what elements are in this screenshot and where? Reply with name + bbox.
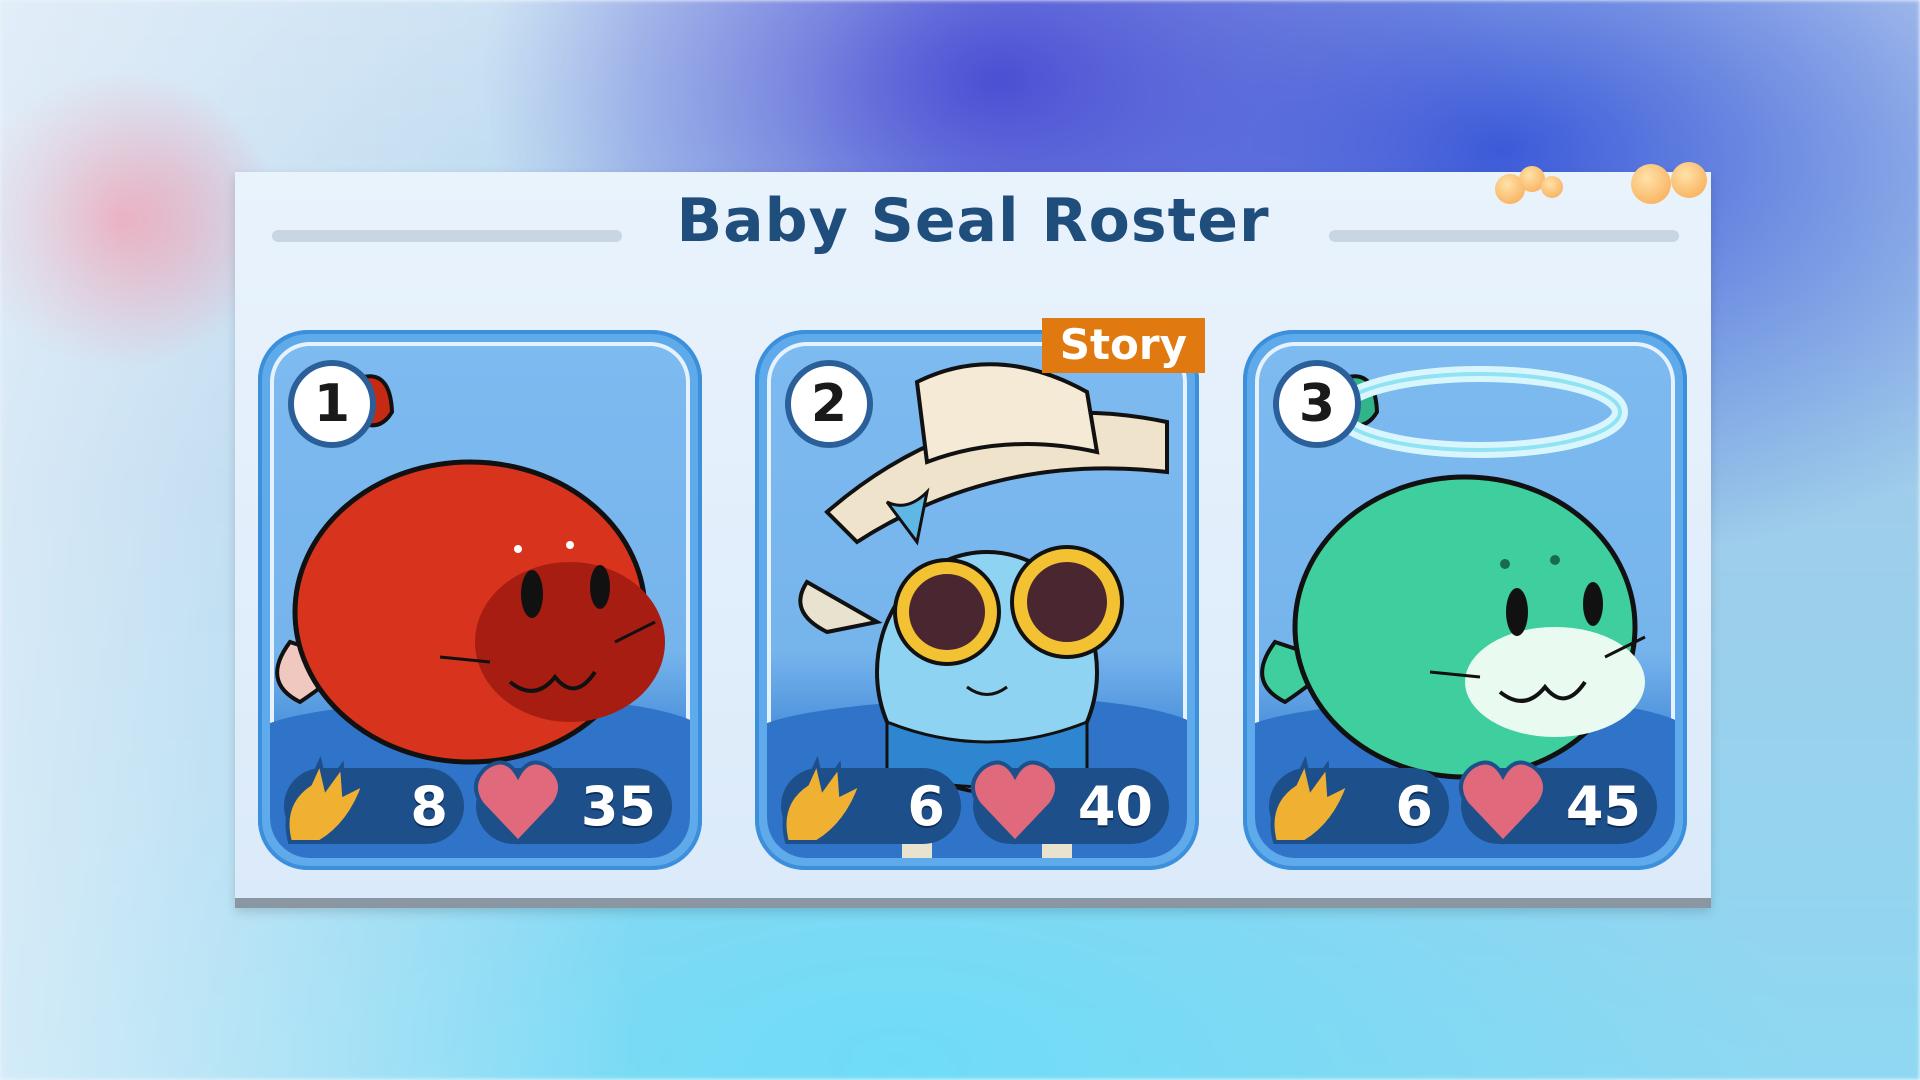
card-art: 3 6 45 [1255, 342, 1675, 858]
panel-title: Baby Seal Roster [676, 186, 1270, 256]
card-art: 2 6 40 [767, 342, 1187, 858]
card-number-badge: 3 [1273, 360, 1361, 448]
card-stats: 6 45 [1265, 754, 1665, 845]
health-stat: 40 [971, 760, 1169, 845]
claw-icon [782, 755, 865, 844]
attack-value: 6 [1395, 775, 1433, 838]
seal-card-1[interactable]: 1 8 35 [258, 330, 702, 870]
heart-icon [474, 760, 562, 845]
card-art: 1 8 35 [270, 342, 690, 858]
card-number-badge: 2 [785, 360, 873, 448]
health-value: 45 [1565, 775, 1641, 838]
attack-stat: 8 [284, 755, 464, 844]
title-divider-right [1329, 230, 1679, 242]
health-stat: 35 [474, 760, 672, 845]
attack-value: 6 [907, 775, 945, 838]
health-stat: 45 [1459, 760, 1657, 845]
seal-card-2[interactable]: 2 6 40 Story [755, 318, 1205, 870]
attack-stat: 6 [1269, 755, 1449, 844]
heart-icon [971, 760, 1059, 845]
attack-stat: 6 [781, 755, 961, 844]
roster-panel: Baby Seal Roster 1 8 35 2 6 40 Story 3 6… [235, 162, 1711, 908]
health-value: 40 [1077, 775, 1153, 838]
card-number-badge: 1 [288, 360, 376, 448]
claw-icon [1270, 755, 1353, 844]
story-tag: Story [1041, 318, 1205, 373]
seal-card-3[interactable]: 3 6 45 [1243, 330, 1687, 870]
heart-icon [1459, 760, 1547, 845]
health-value: 35 [580, 775, 656, 838]
card-stats: 6 40 [777, 754, 1177, 845]
card-stats: 8 35 [280, 754, 680, 845]
attack-value: 8 [410, 775, 448, 838]
claw-icon [285, 755, 368, 844]
title-row: Baby Seal Roster [235, 186, 1711, 256]
